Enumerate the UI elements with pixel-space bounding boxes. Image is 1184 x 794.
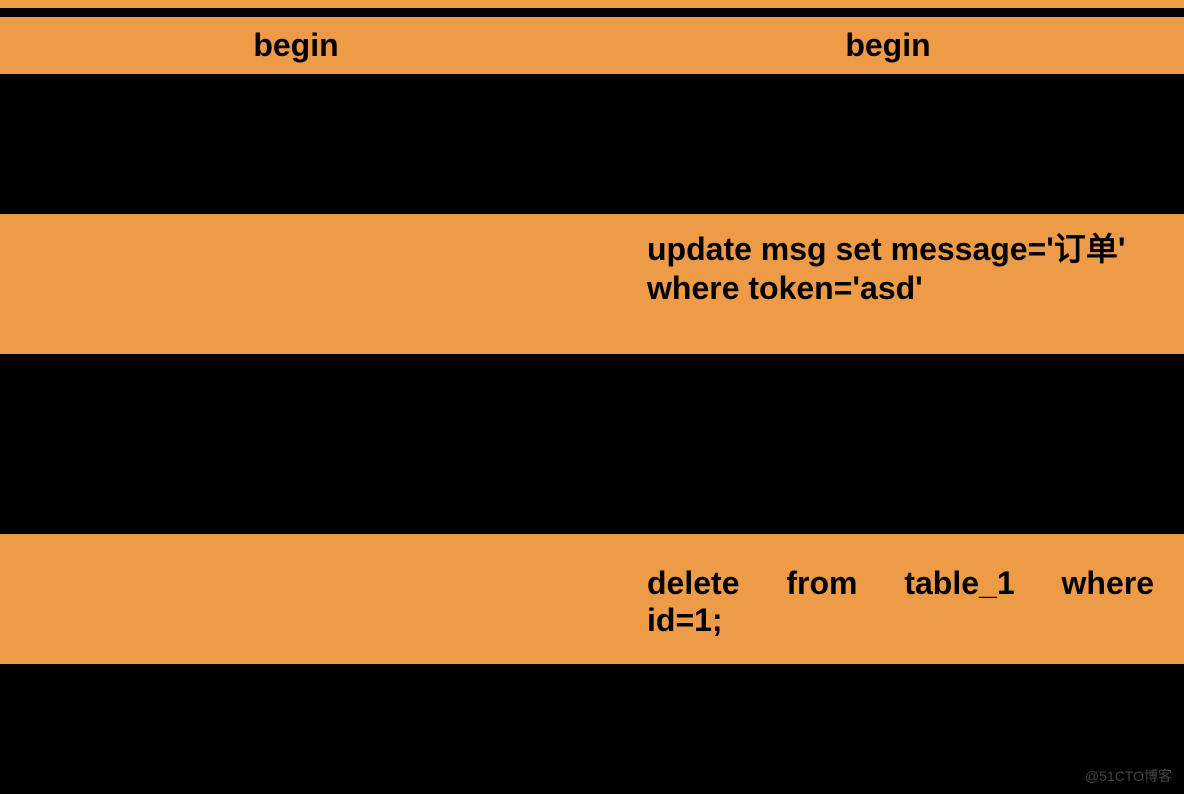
delete-word-2: from — [786, 565, 857, 602]
black-row-1 — [0, 74, 1184, 214]
cell-row1-left — [0, 74, 592, 214]
cell-row3-left — [0, 354, 592, 534]
delete-word-4: where — [1062, 565, 1154, 602]
update-row: update msg set message='订单' where token=… — [0, 214, 1184, 354]
update-statement-line2: where token='asd' — [647, 270, 1154, 307]
cell-row2-left — [0, 214, 592, 354]
cell-row4-left — [0, 534, 592, 664]
top-black-row — [0, 8, 1184, 17]
delete-statement-line1: delete from table_1 where — [647, 565, 1154, 602]
header-right: begin — [592, 17, 1184, 74]
cell-row1-right — [592, 74, 1184, 214]
delete-statement-line2: id=1; — [647, 602, 1154, 639]
cell-row4-right: delete from table_1 where id=1; — [592, 534, 1184, 664]
delete-word-3: table_1 — [904, 565, 1014, 602]
cell-row2-right: update msg set message='订单' where token=… — [592, 214, 1184, 317]
header-row: begin begin — [0, 17, 1184, 74]
black-row-2 — [0, 354, 1184, 534]
delete-row: delete from table_1 where id=1; — [0, 534, 1184, 664]
update-statement-line1: update msg set message='订单' — [647, 224, 1154, 270]
header-left: begin — [0, 17, 592, 74]
watermark: @51CTO博客 — [1085, 766, 1172, 786]
top-divider-row — [0, 0, 1184, 8]
cell-row3-right — [592, 354, 1184, 534]
delete-word-1: delete — [647, 565, 739, 602]
transaction-table: begin begin update msg set message='订单' … — [0, 0, 1184, 664]
